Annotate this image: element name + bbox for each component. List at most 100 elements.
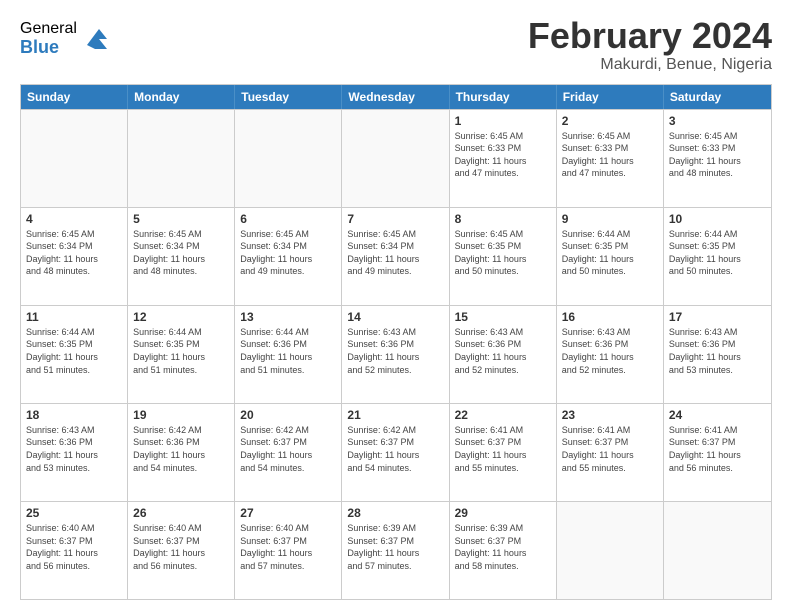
calendar-day-19: 19 Sunrise: 6:42 AM Sunset: 6:36 PM Dayli…: [128, 404, 235, 501]
calendar-day-16: 16 Sunrise: 6:43 AM Sunset: 6:36 PM Dayli…: [557, 306, 664, 403]
calendar-day-10: 10 Sunrise: 6:44 AM Sunset: 6:35 PM Dayli…: [664, 208, 771, 305]
calendar-week-3: 18Sunrise: 6:43 AM Sunset: 6:36 PM Dayli…: [21, 403, 771, 501]
day-number: 29: [455, 506, 551, 520]
day-info: Sunrise: 6:44 AM Sunset: 6:35 PM Dayligh…: [26, 326, 122, 376]
day-info: Sunrise: 6:45 AM Sunset: 6:34 PM Dayligh…: [240, 228, 336, 278]
calendar-day-12: 12 Sunrise: 6:44 AM Sunset: 6:35 PM Dayli…: [128, 306, 235, 403]
calendar-empty-cell: [128, 110, 235, 207]
calendar-week-0: 1Sunrise: 6:45 AM Sunset: 6:33 PM Daylig…: [21, 109, 771, 207]
calendar-day-15: 15 Sunrise: 6:43 AM Sunset: 6:36 PM Dayli…: [450, 306, 557, 403]
day-info: Sunrise: 6:45 AM Sunset: 6:33 PM Dayligh…: [669, 130, 766, 180]
day-info: Sunrise: 6:45 AM Sunset: 6:34 PM Dayligh…: [133, 228, 229, 278]
calendar-day-27: 27 Sunrise: 6:40 AM Sunset: 6:37 PM Dayli…: [235, 502, 342, 599]
calendar-day-7: 7 Sunrise: 6:45 AM Sunset: 6:34 PM Daylig…: [342, 208, 449, 305]
day-info: Sunrise: 6:41 AM Sunset: 6:37 PM Dayligh…: [669, 424, 766, 474]
logo-general: General: [20, 20, 77, 38]
day-info: Sunrise: 6:43 AM Sunset: 6:36 PM Dayligh…: [562, 326, 658, 376]
calendar-empty-cell: [342, 110, 449, 207]
header-day-friday: Friday: [557, 85, 664, 109]
calendar-day-1: 1Sunrise: 6:45 AM Sunset: 6:33 PM Daylig…: [450, 110, 557, 207]
day-info: Sunrise: 6:42 AM Sunset: 6:37 PM Dayligh…: [347, 424, 443, 474]
day-number: 12: [133, 310, 229, 324]
header-day-tuesday: Tuesday: [235, 85, 342, 109]
day-number: 13: [240, 310, 336, 324]
logo-blue: Blue: [20, 38, 77, 58]
header-day-monday: Monday: [128, 85, 235, 109]
day-info: Sunrise: 6:44 AM Sunset: 6:36 PM Dayligh…: [240, 326, 336, 376]
header-day-thursday: Thursday: [450, 85, 557, 109]
day-info: Sunrise: 6:43 AM Sunset: 6:36 PM Dayligh…: [26, 424, 122, 474]
day-number: 14: [347, 310, 443, 324]
day-number: 26: [133, 506, 229, 520]
day-number: 11: [26, 310, 122, 324]
day-number: 17: [669, 310, 766, 324]
calendar-week-4: 25 Sunrise: 6:40 AM Sunset: 6:37 PM Dayli…: [21, 501, 771, 599]
location-title: Makurdi, Benue, Nigeria: [528, 56, 772, 74]
logo-text: General Blue: [20, 20, 77, 57]
calendar-empty-cell: [664, 502, 771, 599]
calendar: SundayMondayTuesdayWednesdayThursdayFrid…: [20, 84, 772, 600]
day-number: 24: [669, 408, 766, 422]
day-number: 15: [455, 310, 551, 324]
header-day-saturday: Saturday: [664, 85, 771, 109]
calendar-empty-cell: [557, 502, 664, 599]
calendar-day-13: 13 Sunrise: 6:44 AM Sunset: 6:36 PM Dayli…: [235, 306, 342, 403]
day-info: Sunrise: 6:44 AM Sunset: 6:35 PM Dayligh…: [562, 228, 658, 278]
day-info: Sunrise: 6:39 AM Sunset: 6:37 PM Dayligh…: [455, 522, 551, 572]
day-number: 9: [562, 212, 658, 226]
calendar-day-22: 22 Sunrise: 6:41 AM Sunset: 6:37 PM Dayli…: [450, 404, 557, 501]
calendar-day-23: 23Sunrise: 6:41 AM Sunset: 6:37 PM Dayli…: [557, 404, 664, 501]
header: General Blue February 2024 Makurdi, Benu…: [20, 16, 772, 74]
day-number: 16: [562, 310, 658, 324]
day-number: 3: [669, 114, 766, 128]
header-day-wednesday: Wednesday: [342, 85, 449, 109]
logo-icon: [79, 25, 107, 53]
day-number: 25: [26, 506, 122, 520]
day-info: Sunrise: 6:43 AM Sunset: 6:36 PM Dayligh…: [347, 326, 443, 376]
calendar-body: 1Sunrise: 6:45 AM Sunset: 6:33 PM Daylig…: [21, 109, 771, 599]
calendar-day-18: 18Sunrise: 6:43 AM Sunset: 6:36 PM Dayli…: [21, 404, 128, 501]
day-number: 7: [347, 212, 443, 226]
day-number: 23: [562, 408, 658, 422]
day-number: 8: [455, 212, 551, 226]
day-info: Sunrise: 6:40 AM Sunset: 6:37 PM Dayligh…: [240, 522, 336, 572]
day-number: 21: [347, 408, 443, 422]
day-number: 19: [133, 408, 229, 422]
day-info: Sunrise: 6:42 AM Sunset: 6:36 PM Dayligh…: [133, 424, 229, 474]
calendar-day-8: 8 Sunrise: 6:45 AM Sunset: 6:35 PM Daylig…: [450, 208, 557, 305]
day-info: Sunrise: 6:43 AM Sunset: 6:36 PM Dayligh…: [669, 326, 766, 376]
day-info: Sunrise: 6:44 AM Sunset: 6:35 PM Dayligh…: [133, 326, 229, 376]
calendar-day-9: 9 Sunrise: 6:44 AM Sunset: 6:35 PM Daylig…: [557, 208, 664, 305]
day-info: Sunrise: 6:45 AM Sunset: 6:33 PM Dayligh…: [455, 130, 551, 180]
calendar-empty-cell: [235, 110, 342, 207]
calendar-day-29: 29 Sunrise: 6:39 AM Sunset: 6:37 PM Dayli…: [450, 502, 557, 599]
calendar-day-2: 2Sunrise: 6:45 AM Sunset: 6:33 PM Daylig…: [557, 110, 664, 207]
title-block: February 2024 Makurdi, Benue, Nigeria: [528, 16, 772, 74]
calendar-header: SundayMondayTuesdayWednesdayThursdayFrid…: [21, 85, 771, 109]
day-number: 10: [669, 212, 766, 226]
calendar-day-20: 20Sunrise: 6:42 AM Sunset: 6:37 PM Dayli…: [235, 404, 342, 501]
day-info: Sunrise: 6:43 AM Sunset: 6:36 PM Dayligh…: [455, 326, 551, 376]
day-number: 28: [347, 506, 443, 520]
day-info: Sunrise: 6:41 AM Sunset: 6:37 PM Dayligh…: [455, 424, 551, 474]
day-number: 27: [240, 506, 336, 520]
month-title: February 2024: [528, 16, 772, 56]
day-info: Sunrise: 6:40 AM Sunset: 6:37 PM Dayligh…: [133, 522, 229, 572]
calendar-day-24: 24 Sunrise: 6:41 AM Sunset: 6:37 PM Dayli…: [664, 404, 771, 501]
header-day-sunday: Sunday: [21, 85, 128, 109]
day-number: 22: [455, 408, 551, 422]
logo: General Blue: [20, 20, 107, 57]
day-info: Sunrise: 6:44 AM Sunset: 6:35 PM Dayligh…: [669, 228, 766, 278]
day-number: 20: [240, 408, 336, 422]
calendar-week-2: 11 Sunrise: 6:44 AM Sunset: 6:35 PM Dayli…: [21, 305, 771, 403]
day-info: Sunrise: 6:45 AM Sunset: 6:35 PM Dayligh…: [455, 228, 551, 278]
calendar-day-26: 26 Sunrise: 6:40 AM Sunset: 6:37 PM Dayli…: [128, 502, 235, 599]
calendar-day-25: 25 Sunrise: 6:40 AM Sunset: 6:37 PM Dayli…: [21, 502, 128, 599]
day-number: 6: [240, 212, 336, 226]
page: General Blue February 2024 Makurdi, Benu…: [0, 0, 792, 612]
day-info: Sunrise: 6:45 AM Sunset: 6:34 PM Dayligh…: [347, 228, 443, 278]
calendar-day-14: 14 Sunrise: 6:43 AM Sunset: 6:36 PM Dayli…: [342, 306, 449, 403]
calendar-week-1: 4Sunrise: 6:45 AM Sunset: 6:34 PM Daylig…: [21, 207, 771, 305]
calendar-day-5: 5Sunrise: 6:45 AM Sunset: 6:34 PM Daylig…: [128, 208, 235, 305]
day-info: Sunrise: 6:40 AM Sunset: 6:37 PM Dayligh…: [26, 522, 122, 572]
